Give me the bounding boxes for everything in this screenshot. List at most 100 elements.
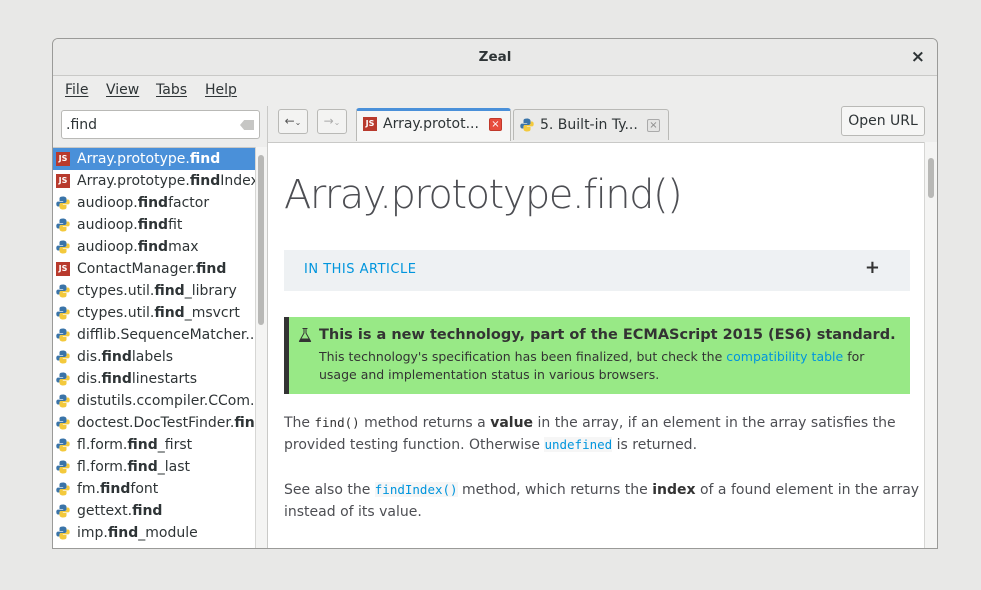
clear-search-icon[interactable] [240,120,254,130]
label-suffix: fit [168,217,183,233]
forward-button[interactable]: →⌄ [317,109,347,134]
list-item-label: imp.find_module [77,522,198,544]
label-prefix: doctest.DocTestFinder. [77,415,235,431]
list-item[interactable]: audioop.findfit [53,214,255,236]
list-item[interactable]: JS Array.prototype.find [53,148,255,170]
scrollbar-thumb[interactable] [258,155,264,325]
label-prefix: ctypes.util. [77,305,155,321]
label-match: find [196,261,227,277]
menu-tabs[interactable]: Tabs [156,82,187,98]
list-item[interactable]: gettext.find [53,500,255,522]
menu-help[interactable]: Help [205,82,237,98]
back-button[interactable]: ←⌄ [278,109,308,134]
list-item[interactable]: fl.form.find_first [53,434,255,456]
list-item[interactable]: ctypes.util.find_library [53,280,255,302]
label-suffix: max [168,239,199,255]
label-match: find [127,459,158,475]
label-prefix: audioop. [77,217,138,233]
undefined-link[interactable]: undefined [544,437,613,452]
label-suffix: _msvcrt [184,305,240,321]
list-item-label: dis.findlinestarts [77,368,197,390]
label-prefix: fl.form. [77,459,128,475]
list-item[interactable]: audioop.findfactor [53,192,255,214]
text: See also the [284,482,375,498]
javascript-icon: JS [56,152,70,166]
label-prefix: Array.prototype. [77,151,190,167]
title-bar[interactable]: Zeal × [53,39,937,76]
list-item[interactable]: fm.findfont [53,478,255,500]
javascript-icon: JS [56,262,70,276]
content-scrollbar[interactable] [924,142,937,548]
python-icon [56,504,70,518]
search-query: .find [66,117,98,133]
list-item[interactable]: difflib.SequenceMatcher.... [53,324,255,346]
label-match: find [137,239,169,255]
flask-icon [298,328,312,342]
note-title: This is a new technology, part of the EC… [319,327,896,343]
menu-view[interactable]: View [106,82,139,98]
compatibility-table-link[interactable]: compatibility table [726,349,843,364]
text: is returned. [612,437,698,453]
list-item[interactable]: dis.findlinestarts [53,368,255,390]
python-icon [56,306,70,320]
javascript-icon: JS [363,117,377,131]
list-item[interactable]: audioop.findmax [53,236,255,258]
list-item-label: dis.findlabels [77,346,173,368]
list-item[interactable]: dis.findlabels [53,346,255,368]
list-item-label: ctypes.util.find_msvcrt [77,302,240,324]
value-bold: value [490,415,534,431]
findindex-link[interactable]: findIndex() [374,482,458,497]
close-icon[interactable]: × [911,47,925,67]
menu-bar: File View Tabs Help [53,76,937,106]
documentation-view: Array.prototype.find() IN THIS ARTICLE +… [268,142,937,548]
list-item-label: fl.form.find_first [77,434,192,456]
list-item[interactable]: distutils.ccompiler.CCom... [53,390,255,412]
note-body: This technology's specification has been… [319,348,899,384]
label-suffix: _module [138,525,198,541]
tab-label: 5. Built-in Ty... [540,117,638,133]
label-suffix: _first [157,437,193,453]
list-item[interactable]: ctypes.util.find_msvcrt [53,302,255,324]
text: method returns a [359,415,491,431]
toc-label: IN THIS ARTICLE [304,262,417,277]
list-item-label: audioop.findfit [77,214,182,236]
label-match: find [127,437,158,453]
label-match: find [101,349,132,365]
label-prefix: dis. [77,371,102,387]
list-item[interactable]: fl.form.find_last [53,456,255,478]
list-item[interactable]: JS ContactManager.find [53,258,255,280]
results-scrollbar[interactable] [255,147,267,548]
see-also-paragraph: See also the findIndex() method, which r… [284,479,924,523]
list-item-label: Array.prototype.find [77,148,220,170]
text: The [284,415,315,431]
in-this-article-toggle[interactable]: IN THIS ARTICLE + [284,250,910,291]
new-technology-note: This is a new technology, part of the EC… [284,317,910,394]
label-prefix: distutils.ccompiler.CCom... [77,393,255,409]
plus-icon[interactable]: + [865,257,880,278]
back-arrow-icon: ← [284,114,295,128]
search-input[interactable]: .find [61,110,260,139]
label-prefix: fl.form. [77,437,128,453]
tab-built-in-types[interactable]: 5. Built-in Ty... × [513,109,669,140]
scrollbar-thumb[interactable] [928,158,934,198]
label-suffix: linestarts [131,371,198,387]
python-icon [56,284,70,298]
tab-close-icon[interactable]: × [647,119,660,132]
note-text: This technology's specification has been… [319,349,727,364]
label-suffix: factor [168,195,210,211]
list-item-label: ContactManager.find [77,258,226,280]
list-item[interactable]: doctest.DocTestFinder.find [53,412,255,434]
label-match: find [189,173,221,189]
label-suffix: Index [220,173,255,189]
label-match: find [137,195,169,211]
open-url-button[interactable]: Open URL [841,106,925,136]
label-suffix: _last [157,459,191,475]
menu-file[interactable]: File [65,82,88,98]
list-item[interactable]: JS Array.prototype.findIndex [53,170,255,192]
page-title: Array.prototype.find() [284,172,683,218]
label-prefix: dis. [77,349,102,365]
tab-close-icon[interactable]: × [489,118,502,131]
tab-array-prototype-find[interactable]: JS Array.protot... × [356,108,511,141]
forward-arrow-icon: → [323,114,334,128]
list-item[interactable]: imp.find_module [53,522,255,544]
